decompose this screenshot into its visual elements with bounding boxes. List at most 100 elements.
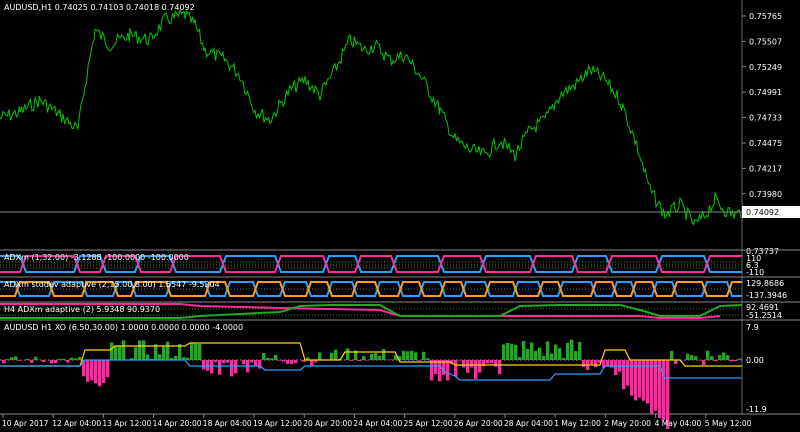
xo-bar: [430, 360, 434, 381]
xo-bar: [674, 360, 678, 365]
xo-bar: [78, 357, 82, 360]
adxm-pane[interactable]: ADXm (1,32.00) -3.1288 -100.0000 -100.00…: [0, 253, 764, 277]
xo-bar: [14, 356, 18, 360]
xo-bar: [278, 360, 282, 361]
xo-bar: [730, 360, 734, 362]
h4-title: H4 ADXm adaptive (2) 5.9348 90.9370: [4, 305, 160, 314]
xo-bar: [630, 360, 634, 396]
time-tick-label: 4 May 04:00: [655, 419, 702, 428]
xo-bar: [438, 360, 442, 382]
xo-bar: [578, 341, 582, 360]
xo-bar: [706, 350, 710, 360]
xo-bar: [62, 358, 66, 360]
xo-bar: [42, 360, 46, 363]
xo-bar: [234, 360, 238, 374]
xo-bar: [722, 352, 726, 360]
time-tick-label: 12 Apr 04:00: [52, 419, 101, 428]
xo-bar: [410, 350, 414, 360]
xo-bar: [498, 360, 502, 375]
xo-bar: [174, 355, 178, 360]
xo-bar: [686, 353, 690, 360]
time-tick-label: 26 Apr 20:00: [454, 419, 503, 428]
xo-bar: [210, 360, 214, 374]
price-axis: 0.75765 0.75507 0.75249 0.74991 0.74733 0.744…: [742, 12, 782, 199]
xo-bar: [6, 359, 10, 360]
xo-bar: [558, 348, 562, 360]
xo-bar: [374, 353, 378, 360]
xo-bar: [546, 341, 550, 360]
xo-bar: [146, 354, 150, 360]
xo-bar: [34, 356, 38, 360]
price-tick-label: 0.74733: [749, 114, 782, 123]
stddev-scale-bottom: -137.3946: [746, 291, 787, 300]
xo-bar: [118, 345, 122, 360]
xo-bar: [214, 360, 218, 362]
xo-bar: [518, 357, 522, 360]
xo-bar: [166, 341, 170, 360]
xo-bar: [318, 352, 322, 360]
xo-bar: [70, 357, 74, 360]
xo-bar: [718, 355, 722, 360]
adxm-title: ADXm (1,32.00) -3.1288 -100.0000 -100.00…: [4, 253, 189, 262]
xo-bar: [446, 360, 450, 381]
xo-bar: [94, 360, 98, 384]
stddev-title: ADXm stddev adaptive (2,15.00,8.00) 1.55…: [4, 280, 220, 289]
h4-scale-bottom: -51.2514: [746, 311, 782, 320]
xo-bar: [102, 360, 106, 383]
xo-bar: [250, 360, 254, 363]
time-tick-label: 25 Apr 12:00: [404, 419, 453, 428]
xo-bar: [218, 360, 222, 375]
xo-bar: [402, 350, 406, 360]
xo-bar: [614, 360, 618, 376]
xo-bar: [222, 360, 226, 364]
time-tick-label: 2 May 20:00: [604, 419, 651, 428]
xo-bar: [186, 357, 190, 360]
time-tick-label: 24 Apr 04:00: [353, 419, 402, 428]
xo-bar: [506, 343, 510, 360]
adxm-scale-bottom: -110: [746, 268, 764, 277]
xo-bar: [274, 354, 278, 360]
xo-bar: [226, 360, 230, 363]
xo-bar: [502, 344, 506, 360]
xo-bar: [478, 360, 482, 373]
xo-bar: [714, 360, 718, 362]
xo-scale-bottom: -11.9: [746, 405, 767, 414]
xo-bar: [514, 344, 518, 360]
symbol-title: AUDUSD,H1 0.74025 0.74103 0.74018 0.7409…: [4, 3, 195, 12]
time-tick-label: 13 Apr 12:00: [102, 419, 151, 428]
xo-bar: [254, 360, 258, 367]
xo-bar: [162, 346, 166, 360]
adxm-stddev-pane[interactable]: ADXm stddev adaptive (2,15.00,8.00) 1.55…: [0, 279, 787, 300]
xo-bar: [458, 360, 462, 361]
time-tick-label: 19 Apr 12:00: [253, 419, 302, 428]
xo-bar: [486, 360, 490, 364]
price-tick-label: 0.74991: [749, 88, 782, 97]
xo-bar: [66, 360, 70, 363]
price-tick-label: 0.75765: [749, 12, 782, 21]
xo-bar: [270, 358, 274, 360]
xo-bar: [74, 358, 78, 360]
current-price-label: 0.74092: [746, 208, 779, 217]
time-tick-label: 20 Apr 20:00: [303, 419, 352, 428]
price-pane[interactable]: AUDUSD,H1 0.74025 0.74103 0.74018 0.7409…: [0, 3, 742, 226]
xo-bar: [466, 360, 470, 373]
xo-bar: [390, 359, 394, 360]
xo-bar: [538, 347, 542, 360]
xo-bar: [622, 360, 626, 390]
h4-adxm-pane[interactable]: H4 ADXm adaptive (2) 5.9348 90.9370 92.4…: [0, 303, 782, 320]
xo-bar: [662, 360, 666, 421]
xo-bar: [26, 358, 30, 360]
xo-bar: [290, 360, 294, 364]
xo-bar: [90, 360, 94, 381]
xo-bar: [534, 350, 538, 360]
xo-bar: [330, 352, 334, 360]
xo-bar: [86, 360, 90, 382]
price-tick-label: 0.74475: [749, 139, 782, 148]
xo-bar: [654, 360, 658, 411]
price-tick-label: 0.75507: [749, 37, 782, 46]
chart-canvas: AUDUSD,H1 0.74025 0.74103 0.74018 0.7409…: [0, 0, 800, 430]
time-tick-label: 14 Apr 20:00: [153, 419, 202, 428]
xo-bar: [110, 342, 114, 360]
xo-bar: [122, 340, 126, 360]
xo-pane[interactable]: AUDUSD H1 XO (6.50,30.00) 1.0000 0.0000 …: [0, 323, 767, 430]
